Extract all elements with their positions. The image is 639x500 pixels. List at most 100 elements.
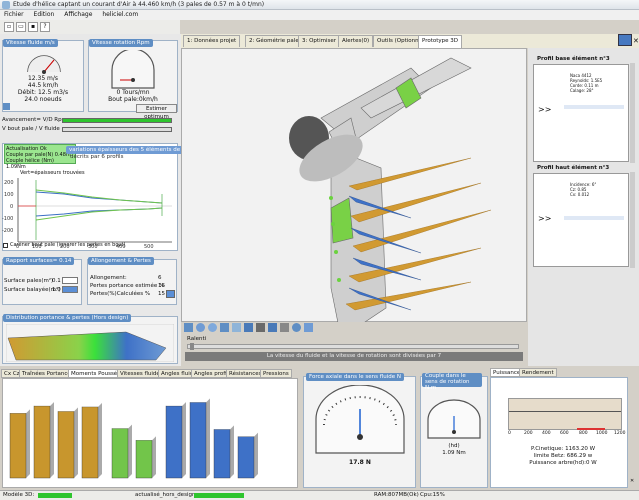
advance-bar [62,118,172,123]
force-gauge [315,385,405,454]
tab-donnees[interactable]: 1: Données projet [183,35,241,47]
pertes-button[interactable] [166,290,175,298]
pan-icon[interactable] [220,323,229,332]
palette-icon[interactable] [268,323,277,332]
zoom-icon[interactable] [196,323,205,332]
toolbar-arrow-icon[interactable] [618,34,632,46]
torque-unit: (hd) [448,443,460,449]
moment-bar [237,432,258,479]
estimate-optimum-button[interactable]: Estimer optimum [136,104,177,120]
btab-vitesses[interactable]: Vitesses fluide [117,369,163,378]
wind-knots: 24.0 noeuds [24,96,62,103]
profile1-scrollbar[interactable] [630,63,635,163]
status-msg-3: Couple hélice (Nm) 1.09Nm [6,158,54,170]
menu-fichier[interactable]: Fichier [0,10,28,19]
profile2-arrows: >> [538,214,552,223]
svg-text:-100: -100 [2,216,13,222]
close-icon[interactable]: ✕ [633,37,639,45]
status-model: Modèle 3D: [3,492,35,498]
profile1-arrows: >> [538,105,552,114]
wind-speed-title: Vitesse fluide m/s [3,39,58,47]
power-tick-800: 800 [579,431,588,436]
slider-thumb[interactable] [190,343,194,350]
help-icon[interactable]: ? [40,22,50,32]
rotation-gauge[interactable] [110,50,156,90]
moment-bar [57,407,78,479]
power-chart [508,398,622,430]
wind-gauge[interactable] [24,50,64,74]
wind-ms: 12.35 m/s [27,75,59,82]
power-line [509,411,621,412]
rotate-icon[interactable] [208,323,217,332]
profile1-lines: Naca 4412 Reynolds: 1.5E5 Corde: 0.11 m … [570,73,602,93]
profile1-view[interactable]: >> Naca 4412 Reynolds: 1.5E5 Corde: 0.11… [533,64,629,162]
elong-label-1: Allongement: [90,275,127,281]
menu-bar: Fichier Edition Affichage heliciel.com [0,10,639,20]
power-tick-0: 0 [508,431,511,436]
distribution-view[interactable] [6,324,174,362]
select-icon[interactable] [184,323,193,332]
close-small-icon[interactable]: ✕ [630,478,634,484]
moment-bar [111,424,132,479]
rotation-values: 0 Tours/mn Bout pale:0km/h [90,89,176,103]
elong-label-2: Pertes portance estimée % [90,283,165,289]
menu-affichage[interactable]: Affichage [60,10,96,19]
app-icon [2,1,10,9]
power-cinetique: P.Cinetique: 1163.20 W [530,446,596,452]
moment-bar [33,402,54,479]
pencil-icon[interactable] [280,323,289,332]
power-tick-1200: 1200 [614,431,626,436]
elongation-panel [87,259,177,305]
status-actualise: actualisé_hors_design [135,492,196,498]
edit-icon[interactable] [3,103,10,110]
carener-label: Caréner bout pale (ignorer les pertes en… [10,242,126,248]
svg-text:0: 0 [10,204,13,210]
moment-bar [189,398,210,479]
speed-slider[interactable] [187,344,519,349]
moment-bar [135,436,156,479]
power-tick-1000: 1000 [596,431,608,436]
open-icon[interactable]: ▭ [16,22,26,32]
save-icon[interactable]: ▪ [28,22,38,32]
grid-icon[interactable] [232,323,241,332]
tab-alertes[interactable]: Alertes(0) [338,35,374,47]
carener-checkbox[interactable] [3,243,8,248]
tab-optimiser[interactable]: 3: Optimiser [298,35,341,47]
camera-icon[interactable] [244,323,253,332]
thickness-chart: 200 100 0 -100 -200 0 100 200 300 400 50… [2,178,172,250]
power-betz: limite Betz: 686.29 w [533,453,593,459]
btab-pressions[interactable]: Pressions [260,369,292,378]
moment-bar [213,425,234,479]
svg-text:100: 100 [4,192,14,198]
menu-edition[interactable]: Edition [30,10,59,19]
elong-value-2: 16 [158,283,165,289]
power-arbre: Puissance arbre(hd):0 W [529,460,597,466]
surface-label-1: Surface pales(m²) [4,278,54,284]
surface-field-2[interactable] [62,286,78,293]
profile2-view[interactable]: >> Incidence: 6° Cz: 0.85 Cx: 0.012 [533,173,629,267]
profile2-shape [564,216,624,220]
torque-gauge [427,399,481,439]
ptab-rendement[interactable]: Rendement [519,368,557,377]
surfaces-title: Rapport surfaces= 0.14 [3,257,75,265]
tab-prototype-3d[interactable]: Prototype 3D [418,35,463,48]
svg-text:-200: -200 [2,228,13,234]
new-icon[interactable]: ▫ [4,22,14,32]
elong-value-1: 6 [158,275,162,281]
torque-title: Couple dans le sens de rotation N.m [422,373,482,391]
gear-icon[interactable] [292,323,301,332]
propeller-model[interactable] [181,48,527,322]
btab-resistances[interactable]: Résistances [226,369,265,378]
elongation-title: Allongement & Pertes [88,257,154,265]
menu-heliciel[interactable]: heliciel.com [98,10,142,19]
tab-geometrie[interactable]: 2: Géométrie pale [245,35,303,47]
print-icon[interactable] [256,323,265,332]
profile1-shape [564,105,624,109]
moment-bar [81,402,102,479]
rotation-title: Vitesse rotation Rpm [89,39,153,47]
surface-field-1[interactable] [62,277,78,284]
axes-icon[interactable] [304,323,313,332]
status-bar: Modèle 3D: actualisé_hors_design RAM:807… [0,490,639,500]
profile2-scrollbar[interactable] [630,172,635,268]
thickness-chart-note: décrits par 6 profils [70,154,124,160]
